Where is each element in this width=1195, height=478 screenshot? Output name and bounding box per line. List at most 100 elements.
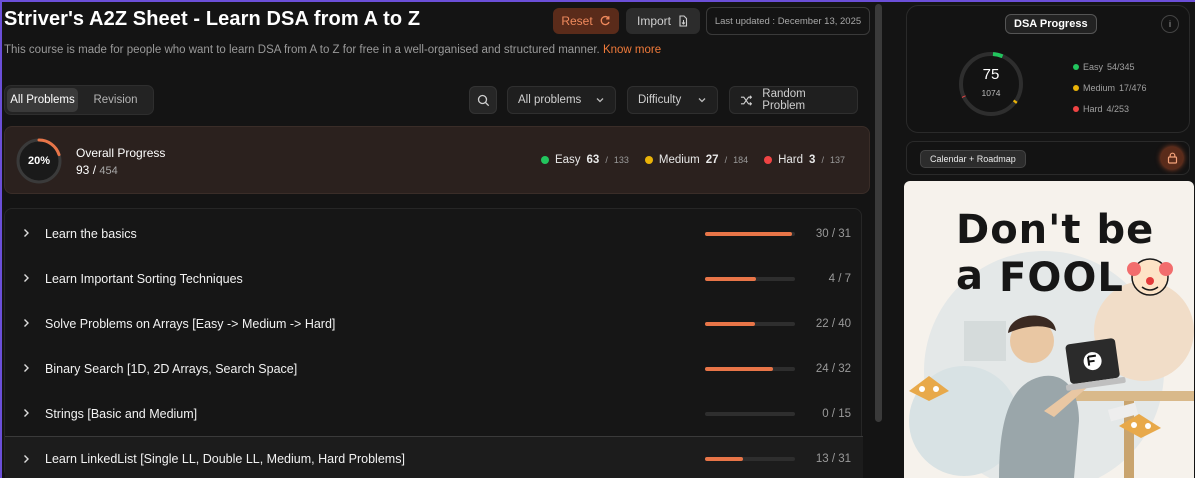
topic-title: Learn LinkedList [Single LL, Double LL, … xyxy=(45,452,405,466)
difficulty-filter-value: Difficulty xyxy=(638,94,682,106)
dsa-total-count: 1074 xyxy=(981,88,1001,98)
view-tabs: All Problems Revision xyxy=(4,85,154,115)
difficulty-filter-dropdown[interactable]: Difficulty xyxy=(627,86,718,114)
hard-dot-icon xyxy=(764,156,773,164)
topic-progress-fill xyxy=(705,276,757,281)
main-scrollbar[interactable] xyxy=(875,4,882,422)
legend-medium-label: Medium xyxy=(1083,82,1116,93)
overall-percent: 20% xyxy=(27,155,51,167)
lock-button[interactable] xyxy=(1161,147,1183,169)
description-text: This course is made for people who want … xyxy=(4,44,600,56)
medium-total: 184 xyxy=(733,155,749,165)
legend-hard: Hard 4/253 xyxy=(1073,98,1147,119)
shuffle-icon xyxy=(740,94,753,106)
legend-easy: Easy 54/345 xyxy=(1073,56,1147,77)
random-problem-button[interactable]: Random Problem xyxy=(729,86,858,114)
dsa-progress-ring xyxy=(959,52,1023,116)
topic-progress-fill xyxy=(705,366,773,371)
overall-solved: 93 xyxy=(76,163,90,177)
info-icon[interactable]: i xyxy=(1161,15,1179,33)
course-description: This course is made for people who want … xyxy=(4,44,661,56)
chevron-right-icon xyxy=(24,364,29,372)
overall-progress-count: 93 / 454 xyxy=(76,163,118,177)
topic-progress-bar xyxy=(705,276,795,281)
reset-button[interactable]: Reset xyxy=(553,8,619,34)
topic-progress-bar xyxy=(705,411,795,416)
topic-count: 30 / 31 xyxy=(815,227,851,240)
legend-medium: Medium 17/476 xyxy=(1073,77,1147,98)
topic-progress-bar xyxy=(705,366,795,371)
topic-count: 24 / 32 xyxy=(815,362,851,375)
topic-progress-fill xyxy=(705,231,793,236)
topic-progress-fill xyxy=(705,321,755,326)
topic-row[interactable]: Binary Search [1D, 2D Arrays, Search Spa… xyxy=(5,346,863,391)
calendar-roadmap-card: Calendar + Roadmap xyxy=(906,141,1190,175)
chevron-down-icon xyxy=(596,98,604,103)
overall-progress-title: Overall Progress xyxy=(76,146,166,160)
search-button[interactable] xyxy=(469,86,497,114)
difficulty-stats: Easy 63/133 Medium 27/184 Hard 3/137 xyxy=(540,154,845,166)
medium-solved: 27 xyxy=(705,154,719,166)
topic-title: Strings [Basic and Medium] xyxy=(45,406,198,421)
hard-solved: 3 xyxy=(809,154,816,166)
topic-progress-bar xyxy=(705,457,795,461)
topic-progress-fill xyxy=(705,457,743,461)
know-more-link[interactable]: Know more xyxy=(603,44,661,56)
dsa-difficulty-legend: Easy 54/345 Medium 17/476 Hard 4/253 xyxy=(1073,56,1147,119)
easy-stat: Easy 63/133 xyxy=(540,154,629,166)
topic-row[interactable]: Learn Important Sorting Techniques 4 / 7 xyxy=(5,256,863,301)
medium-dot-icon xyxy=(1073,84,1079,91)
legend-easy-value: 54/345 xyxy=(1107,61,1135,72)
topic-title: Learn Important Sorting Techniques xyxy=(45,271,243,286)
topic-row[interactable]: Learn the basics 30 / 31 xyxy=(5,211,863,256)
poster-headline-line2: FOOL xyxy=(999,255,1124,301)
tab-revision[interactable]: Revision xyxy=(80,88,151,112)
calendar-roadmap-button[interactable]: Calendar + Roadmap xyxy=(920,150,1026,168)
main-content: Striver's A2Z Sheet - Learn DSA from A t… xyxy=(2,2,874,478)
hard-dot-icon xyxy=(1073,105,1079,112)
easy-solved: 63 xyxy=(586,154,600,166)
promo-poster[interactable]: Don't be a FOOL xyxy=(904,181,1194,478)
hard-total: 137 xyxy=(829,155,845,165)
random-problem-label: Random Problem xyxy=(762,88,806,112)
legend-hard-value: 4/253 xyxy=(1106,103,1130,114)
chevron-right-icon xyxy=(24,455,29,463)
right-sidebar: DSA Progress i 75 1074 Easy 54/345 Mediu… xyxy=(886,0,1195,478)
medium-dot-icon xyxy=(644,156,653,164)
chevron-down-icon xyxy=(698,98,706,103)
topic-list: Learn the basics 30 / 31 Learn Important… xyxy=(4,208,863,478)
dsa-solved-count: 75 xyxy=(982,66,1000,83)
problems-filter-dropdown[interactable]: All problems xyxy=(507,86,616,114)
topic-count: 0 / 15 xyxy=(822,407,851,420)
chevron-right-icon xyxy=(24,274,29,282)
topic-row[interactable]: Strings [Basic and Medium] 0 / 15 xyxy=(5,391,863,436)
hard-label: Hard xyxy=(778,154,804,166)
import-file-icon xyxy=(679,15,688,27)
topic-count: 22 / 40 xyxy=(815,317,851,330)
topic-progress-bar xyxy=(705,321,795,326)
topic-title: Learn the basics xyxy=(45,226,137,241)
import-label: Import xyxy=(636,14,671,28)
easy-dot-icon xyxy=(1073,63,1079,70)
topic-row[interactable]: Learn LinkedList [Single LL, Double LL, … xyxy=(5,436,863,478)
topic-row[interactable]: Solve Problems on Arrays [Easy -> Medium… xyxy=(5,301,863,346)
topic-count: 13 / 31 xyxy=(815,453,851,465)
import-button[interactable]: Import xyxy=(626,8,700,34)
topic-progress-bar xyxy=(705,231,795,236)
reset-label: Reset xyxy=(561,14,593,28)
medium-label: Medium xyxy=(658,154,700,166)
topic-count: 4 / 7 xyxy=(828,272,851,285)
topic-title: Solve Problems on Arrays [Easy -> Medium… xyxy=(45,316,336,331)
search-icon xyxy=(477,94,489,106)
dsa-progress-card: DSA Progress i 75 1074 Easy 54/345 Mediu… xyxy=(906,5,1190,133)
lock-icon xyxy=(1167,152,1177,164)
legend-easy-label: Easy xyxy=(1083,61,1104,72)
page-title: Striver's A2Z Sheet - Learn DSA from A t… xyxy=(4,8,421,30)
chevron-right-icon xyxy=(24,229,29,237)
dsa-progress-title: DSA Progress xyxy=(1005,14,1097,34)
medium-stat: Medium 27/184 xyxy=(644,154,749,166)
topic-title: Binary Search [1D, 2D Arrays, Search Spa… xyxy=(45,361,298,376)
chevron-right-icon xyxy=(24,409,29,417)
easy-dot-icon xyxy=(540,156,549,164)
tab-all-problems[interactable]: All Problems xyxy=(7,88,78,112)
